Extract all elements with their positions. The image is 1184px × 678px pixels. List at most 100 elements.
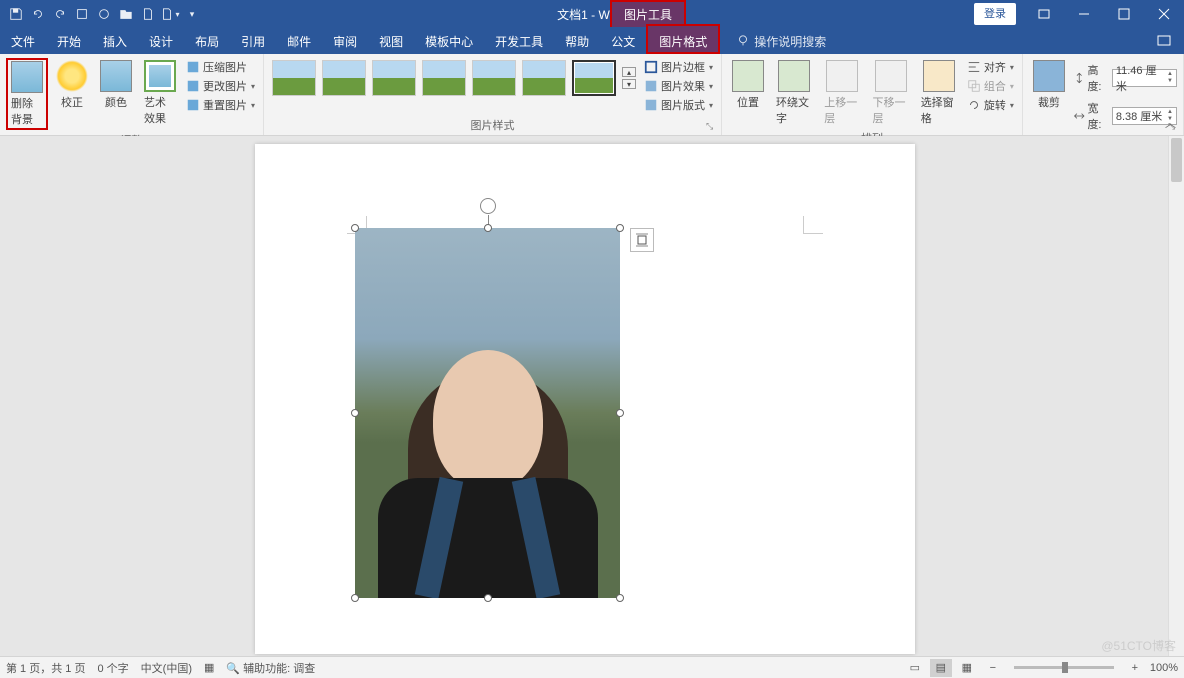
share-icon[interactable] [1156, 32, 1172, 51]
corrections-button[interactable]: 校正 [52, 58, 92, 112]
tab-references[interactable]: 引用 [230, 28, 276, 54]
tab-developer[interactable]: 开发工具 [484, 28, 554, 54]
layout-options-button[interactable] [630, 228, 654, 252]
reset-picture-button[interactable]: 重置图片▾ [184, 96, 257, 114]
language[interactable]: 中文(中国) [141, 660, 192, 676]
word-count[interactable]: 0 个字 [97, 660, 128, 676]
read-mode-icon[interactable]: ▭ [904, 659, 926, 677]
redo-icon[interactable] [50, 4, 70, 24]
vertical-scrollbar[interactable] [1168, 136, 1184, 656]
collapse-ribbon-icon[interactable]: ︿ [1165, 115, 1176, 131]
layout-icon [644, 98, 658, 112]
web-layout-icon[interactable]: ▦ [956, 659, 978, 677]
tab-view[interactable]: 视图 [368, 28, 414, 54]
tab-layout[interactable]: 布局 [184, 28, 230, 54]
tab-help[interactable]: 帮助 [554, 28, 600, 54]
zoom-out-icon[interactable]: − [982, 659, 1004, 677]
resize-handle[interactable] [351, 224, 359, 232]
lightbulb-icon [736, 34, 750, 48]
resize-handle[interactable] [351, 409, 359, 417]
tab-design[interactable]: 设计 [138, 28, 184, 54]
height-input[interactable]: 11.46 厘米▲▼ [1112, 69, 1177, 87]
ribbon-group-size: 裁剪 高度: 11.46 厘米▲▼ 宽度: 8.38 厘米▲▼ 大小 ⤡ [1023, 54, 1184, 135]
scrollbar-thumb[interactable] [1171, 138, 1182, 182]
print-layout-icon[interactable]: ▤ [930, 659, 952, 677]
compress-pictures-button[interactable]: 压缩图片 [184, 58, 257, 76]
spinner-icon[interactable]: ▲▼ [1167, 71, 1173, 85]
rotate-button[interactable]: 旋转▾ [965, 96, 1016, 114]
resize-handle[interactable] [616, 224, 624, 232]
tab-file[interactable]: 文件 [0, 28, 46, 54]
zoom-level[interactable]: 100% [1150, 662, 1178, 674]
position-button[interactable]: 位置 [728, 58, 768, 112]
page-count[interactable]: 第 1 页，共 1 页 [6, 660, 85, 676]
ribbon-display-icon[interactable] [1024, 0, 1064, 28]
tab-insert[interactable]: 插入 [92, 28, 138, 54]
picture-style-gallery[interactable]: ▴▾ [270, 58, 638, 98]
open-icon[interactable] [116, 4, 136, 24]
new-dropdown-icon[interactable]: ▾ [160, 4, 180, 24]
selected-image[interactable] [355, 228, 620, 598]
zoom-in-icon[interactable]: + [1124, 659, 1146, 677]
qat-customize-icon[interactable]: ▾ [182, 4, 202, 24]
zoom-thumb[interactable] [1062, 662, 1068, 673]
picture-layout-button[interactable]: 图片版式▾ [642, 96, 715, 114]
artistic-effects-button[interactable]: 艺术效果 [140, 58, 180, 128]
effects-icon [644, 79, 658, 93]
bring-forward-button[interactable]: 上移一层 [820, 58, 864, 128]
send-backward-button[interactable]: 下移一层 [868, 58, 912, 128]
resize-handle[interactable] [484, 594, 492, 602]
tab-template[interactable]: 模板中心 [414, 28, 484, 54]
undo-icon[interactable] [28, 4, 48, 24]
maximize-icon[interactable] [1104, 0, 1144, 28]
tab-picture-format[interactable]: 图片格式 [646, 24, 720, 54]
group-button[interactable]: 组合▾ [965, 77, 1016, 95]
macro-icon[interactable]: ▦ [204, 661, 214, 674]
style-thumb[interactable] [472, 60, 516, 96]
remove-bg-label: 删除背景 [11, 95, 43, 127]
qat-icon[interactable] [72, 4, 92, 24]
width-icon [1073, 109, 1086, 123]
style-thumb[interactable] [372, 60, 416, 96]
style-thumb-selected[interactable] [572, 60, 616, 96]
color-label: 颜色 [105, 94, 127, 110]
resize-handle[interactable] [351, 594, 359, 602]
chevron-down-icon: ▾ [709, 82, 713, 91]
change-picture-button[interactable]: 更改图片▾ [184, 77, 257, 95]
resize-handle[interactable] [484, 224, 492, 232]
accessibility-status[interactable]: 🔍 辅助功能: 调查 [226, 660, 315, 676]
tab-review[interactable]: 审阅 [322, 28, 368, 54]
style-thumb[interactable] [322, 60, 366, 96]
resize-handle[interactable] [616, 409, 624, 417]
style-thumb[interactable] [272, 60, 316, 96]
dialog-launcher-icon[interactable]: ⤡ [706, 121, 718, 133]
tab-gongwen[interactable]: 公文 [600, 28, 646, 54]
tab-home[interactable]: 开始 [46, 28, 92, 54]
new-icon[interactable] [138, 4, 158, 24]
rotation-handle[interactable] [480, 198, 496, 214]
save-icon[interactable] [6, 4, 26, 24]
gallery-expand-button[interactable]: ▴▾ [622, 67, 636, 89]
picture-border-button[interactable]: 图片边框▾ [642, 58, 715, 76]
remove-background-button[interactable]: 删除背景 [6, 58, 48, 130]
login-button[interactable]: 登录 [974, 3, 1016, 25]
selection-pane-button[interactable]: 选择窗格 [917, 58, 961, 128]
style-thumb[interactable] [522, 60, 566, 96]
tell-me-search[interactable]: 操作说明搜索 [736, 33, 826, 50]
tab-mail[interactable]: 邮件 [276, 28, 322, 54]
resize-handle[interactable] [616, 594, 624, 602]
crop-button[interactable]: 裁剪 [1029, 58, 1069, 112]
wrap-text-button[interactable]: 环绕文字 [772, 58, 816, 128]
ribbon-tabs: 文件 开始 插入 设计 布局 引用 邮件 审阅 视图 模板中心 开发工具 帮助 … [0, 28, 1184, 54]
minimize-icon[interactable] [1064, 0, 1104, 28]
ribbon-group-adjust: 删除背景 校正 颜色 艺术效果 压缩图片 更改图片▾ 重置图片▾ 调整 [0, 54, 264, 135]
zoom-slider[interactable] [1014, 666, 1114, 669]
close-icon[interactable] [1144, 0, 1184, 28]
picture-effects-button[interactable]: 图片效果▾ [642, 77, 715, 95]
style-thumb[interactable] [422, 60, 466, 96]
context-tab-picture-tools[interactable]: 图片工具 [610, 0, 686, 27]
qat-icon[interactable] [94, 4, 114, 24]
color-button[interactable]: 颜色 [96, 58, 136, 112]
margin-marker [803, 216, 823, 234]
align-button[interactable]: 对齐▾ [965, 58, 1016, 76]
